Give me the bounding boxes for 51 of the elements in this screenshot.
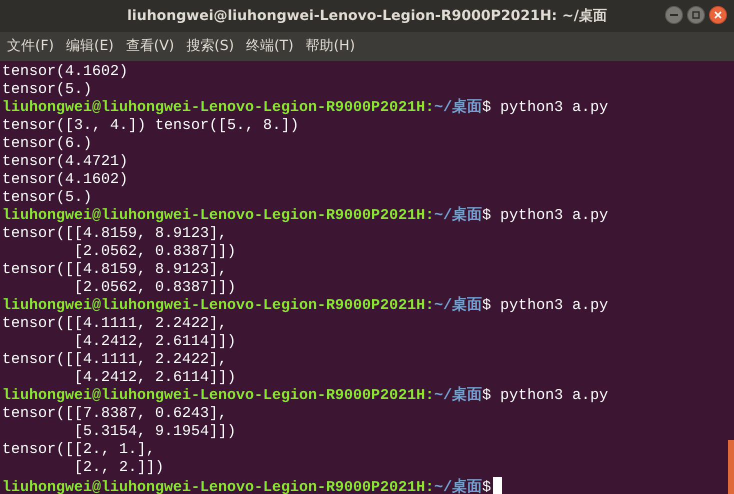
minimize-icon — [670, 14, 678, 16]
scrollbar-thumb[interactable] — [728, 440, 734, 494]
command-text: python3 a.py — [500, 99, 608, 116]
output-line: tensor([[4.1111, 2.2422], — [2, 315, 228, 332]
prompt-path: ~/桌面 — [434, 297, 482, 314]
window-title: liuhongwei@liuhongwei-Lenovo-Legion-R9000P2021H: ~/桌面 — [127, 6, 607, 26]
prompt-sign: $ — [482, 479, 492, 494]
prompt-user: liuhongwei@liuhongwei-Lenovo-Legion-R9000P2021H: — [2, 207, 434, 224]
output-line: tensor([3., 4.]) tensor([5., 8.]) — [2, 117, 300, 134]
prompt-sign: $ — [482, 99, 492, 116]
output-line: tensor([[2., 1.], — [2, 441, 156, 458]
menu-item[interactable]: 终端(T) — [240, 36, 300, 57]
prompt-sign: $ — [482, 207, 492, 224]
output-line: [2.0562, 0.8387]]) — [73, 279, 236, 296]
output-line: tensor(5.) — [2, 189, 92, 206]
output-line: [4.2412, 2.6114]]) — [73, 369, 236, 386]
menu-item[interactable]: 文件(F) — [1, 36, 60, 57]
close-icon — [714, 11, 722, 19]
menu-item[interactable]: 帮助(H) — [300, 36, 362, 57]
maximize-icon — [692, 11, 700, 19]
prompt-sign: $ — [482, 387, 492, 404]
output-line: tensor(4.1602) — [2, 171, 128, 188]
prompt-path: ~/桌面 — [434, 207, 482, 224]
output-line: tensor([[7.8387, 0.6243], — [2, 405, 228, 422]
menu-item[interactable]: 编辑(E) — [60, 36, 120, 57]
prompt-user: liuhongwei@liuhongwei-Lenovo-Legion-R9000P2021H: — [2, 99, 434, 116]
output-line: [2., 2.]]) — [73, 459, 164, 476]
output-line: [4.2412, 2.6114]]) — [73, 333, 236, 350]
output-line: tensor(4.4721) — [2, 153, 128, 170]
command-text: python3 a.py — [500, 387, 608, 404]
output-line: tensor([[4.8159, 8.9123], — [2, 225, 228, 242]
prompt-path: ~/桌面 — [434, 479, 482, 494]
command-text: python3 a.py — [500, 207, 608, 224]
command-text: python3 a.py — [500, 297, 608, 314]
prompt-path: ~/桌面 — [434, 99, 482, 116]
output-line: tensor(6.) — [2, 135, 92, 152]
output-line: [5.3154, 9.1954]]) — [73, 423, 236, 440]
close-button[interactable] — [709, 6, 727, 24]
output-line: tensor([[4.8159, 8.9123], — [2, 261, 228, 278]
prompt-user: liuhongwei@liuhongwei-Lenovo-Legion-R9000P2021H: — [2, 387, 434, 404]
output-line: tensor([[4.1111, 2.2422], — [2, 351, 228, 368]
prompt-user: liuhongwei@liuhongwei-Lenovo-Legion-R9000P2021H: — [2, 297, 434, 314]
output-line: tensor(5.) — [2, 81, 92, 98]
menu-item[interactable]: 搜索(S) — [180, 36, 240, 57]
output-line: tensor(4.1602) — [2, 63, 128, 80]
menu-item[interactable]: 查看(V) — [120, 36, 180, 57]
minimize-button[interactable] — [665, 6, 683, 24]
prompt-path: ~/桌面 — [434, 387, 482, 404]
prompt-user: liuhongwei@liuhongwei-Lenovo-Legion-R9000P2021H: — [2, 479, 434, 494]
prompt-sign: $ — [482, 297, 492, 314]
output-line: [2.0562, 0.8387]]) — [73, 243, 236, 260]
